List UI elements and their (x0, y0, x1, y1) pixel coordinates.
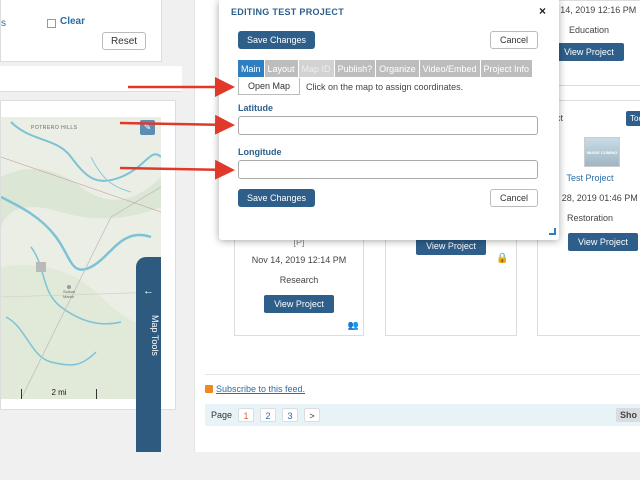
view-project-button[interactable]: View Project (264, 295, 334, 313)
card-category: Research (279, 275, 319, 285)
tab-layout[interactable]: Layout (264, 60, 298, 77)
page-1[interactable]: 1 (238, 408, 255, 422)
modal-title: EDITING TEST PROJECT (231, 7, 345, 17)
longitude-label: Longitude (238, 147, 282, 157)
filter-divider-panel (0, 66, 182, 92)
filter-partial-text: s (1, 18, 6, 29)
latitude-label: Latitude (238, 103, 273, 113)
pencil-icon[interactable]: ✎ (140, 120, 155, 135)
save-changes-button[interactable]: Save Changes (238, 189, 315, 207)
reset-button[interactable]: Reset (102, 32, 146, 50)
open-map-button[interactable]: Open Map (238, 78, 300, 95)
subscribe-feed-label: Subscribe to this feed. (216, 384, 306, 394)
save-changes-button[interactable]: Save Changes (238, 31, 315, 49)
map-small-label: Suisun Marsh (63, 289, 76, 299)
subscribe-feed-link[interactable]: Subscribe to this feed. (205, 384, 305, 394)
map-panel: POTRERO HILLS Suisun Marsh 2 mi ✎ ← Map … (0, 100, 176, 465)
longitude-field[interactable] (238, 160, 538, 179)
page-2[interactable]: 2 (260, 408, 277, 422)
group-icon: 👥 (347, 320, 359, 330)
map-tools-toggle[interactable]: ← Map Tools (136, 257, 161, 465)
card-date: Nov 14, 2019 12:14 PM (251, 255, 347, 265)
clear-checkbox[interactable] (47, 19, 56, 28)
view-project-button[interactable]: View Project (554, 43, 624, 61)
page-next[interactable]: > (304, 408, 321, 422)
divider (205, 374, 640, 375)
cancel-button[interactable]: Cancel (490, 31, 538, 49)
cancel-button[interactable]: Cancel (490, 189, 538, 207)
tab-map-id: Map ID (298, 60, 334, 77)
map-tools-label: Map Tools (150, 315, 160, 356)
tools-button[interactable]: Too (626, 111, 640, 126)
close-icon[interactable]: × (539, 4, 546, 18)
view-project-button[interactable]: View Project (568, 233, 638, 251)
show-button[interactable]: Sho (616, 408, 640, 422)
tab-organize[interactable]: Organize (376, 60, 419, 77)
map-scale: 2 mi (21, 389, 97, 399)
project-thumbnail[interactable]: IMAGE COMING SOON (584, 137, 620, 167)
page-3[interactable]: 3 (282, 408, 299, 422)
map-hint: Click on the map to assign coordinates. (306, 82, 464, 92)
page-label: Page (211, 410, 233, 420)
tab-video-embed[interactable]: Video/Embed (419, 60, 480, 77)
modal-tabs: Main Layout Map ID Publish? Organize Vid… (238, 60, 533, 77)
resize-handle-icon[interactable] (549, 228, 556, 235)
filter-panel: s Clear Reset (0, 0, 162, 62)
edit-project-modal: EDITING TEST PROJECT × Save Changes Canc… (219, 0, 559, 240)
arrow-left-icon: ← (143, 285, 154, 297)
tab-project-info[interactable]: Project Info (480, 60, 533, 77)
latitude-field[interactable] (238, 116, 538, 135)
lock-icon: 🔒 (496, 253, 509, 264)
tab-publish[interactable]: Publish? (334, 60, 376, 77)
page-bottom (0, 452, 640, 480)
tab-main[interactable]: Main (238, 60, 264, 77)
pagination: Page 1 2 3 > Sho (205, 404, 640, 426)
rss-icon (205, 385, 213, 393)
clear-label[interactable]: Clear (60, 16, 85, 27)
map-place-label: POTRERO HILLS (31, 125, 78, 131)
